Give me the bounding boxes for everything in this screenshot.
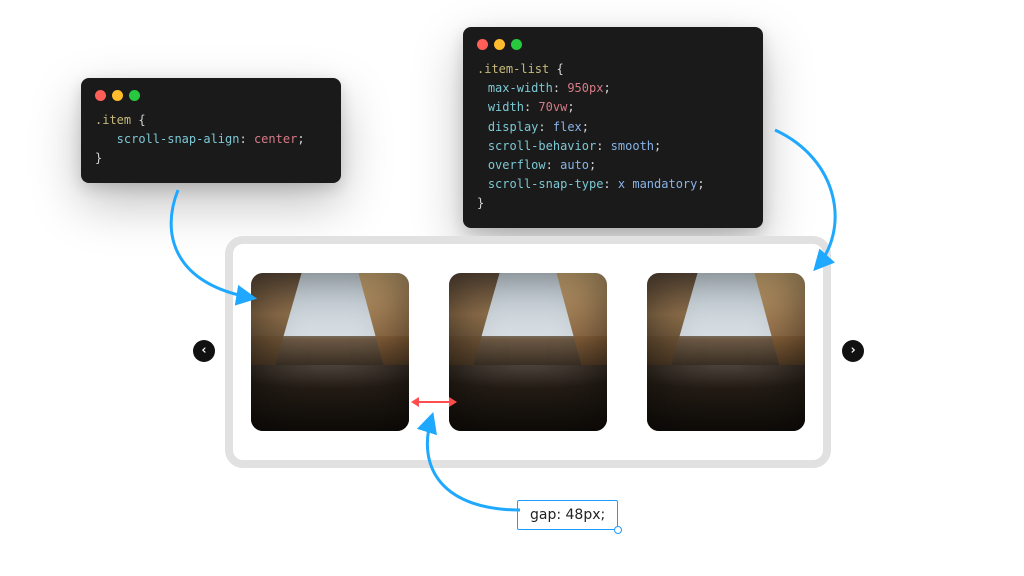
chevron-right-icon: › bbox=[849, 343, 857, 358]
close-icon bbox=[95, 90, 106, 101]
code-block-item-list: .item-list { max-width: 950px; width: 70… bbox=[477, 60, 749, 214]
carousel-item-list[interactable] bbox=[225, 236, 831, 468]
carousel-item[interactable] bbox=[251, 273, 409, 431]
chevron-left-icon: ‹ bbox=[200, 343, 208, 358]
minimize-icon bbox=[112, 90, 123, 101]
zoom-icon bbox=[129, 90, 140, 101]
zoom-icon bbox=[511, 39, 522, 50]
code-window-item: .item { scroll-snap-align: center; } bbox=[81, 78, 341, 183]
gap-annotation-label: gap: 48px; bbox=[517, 500, 618, 530]
carousel-item[interactable] bbox=[449, 273, 607, 431]
css-selector: .item-list bbox=[477, 62, 549, 76]
carousel-item[interactable] bbox=[647, 273, 805, 431]
code-window-item-list: .item-list { max-width: 950px; width: 70… bbox=[463, 27, 763, 228]
window-controls bbox=[477, 39, 749, 50]
css-value: center bbox=[254, 132, 297, 146]
gap-size-indicator bbox=[411, 395, 457, 409]
carousel-prev-button[interactable]: ‹ bbox=[193, 340, 215, 362]
carousel-next-button[interactable]: › bbox=[842, 340, 864, 362]
css-property: scroll-snap-align bbox=[117, 132, 240, 146]
minimize-icon bbox=[494, 39, 505, 50]
window-controls bbox=[95, 90, 327, 101]
close-icon bbox=[477, 39, 488, 50]
code-block-item: .item { scroll-snap-align: center; } bbox=[95, 111, 327, 169]
css-selector: .item bbox=[95, 113, 131, 127]
